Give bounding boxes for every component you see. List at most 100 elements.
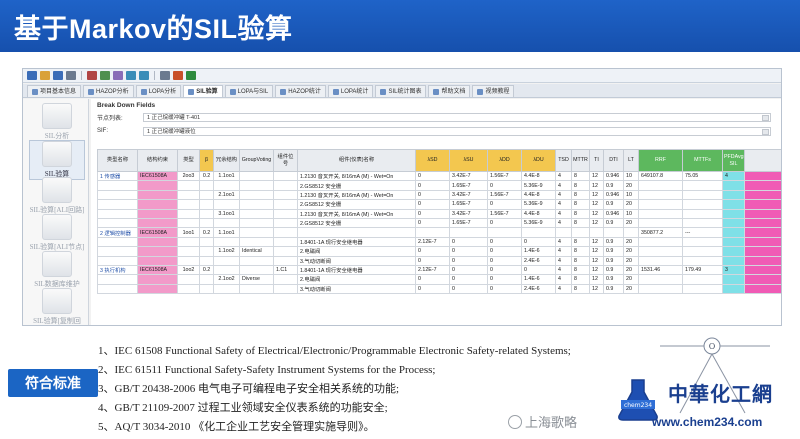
table-cell[interactable]: 4 bbox=[555, 283, 572, 295]
table-cell[interactable] bbox=[273, 255, 298, 266]
table-cell[interactable] bbox=[722, 189, 745, 201]
table-cell[interactable] bbox=[199, 236, 214, 248]
table-cell[interactable]: 20 bbox=[623, 283, 639, 295]
table-cell[interactable] bbox=[273, 189, 298, 201]
table-cell[interactable]: 0 bbox=[415, 208, 450, 219]
table-cell[interactable] bbox=[137, 283, 178, 295]
col-header[interactable]: TSD bbox=[555, 149, 572, 172]
table-cell[interactable]: 0 bbox=[487, 274, 522, 285]
table-cell[interactable] bbox=[199, 283, 214, 295]
table-cell[interactable]: 1.65E-7 bbox=[449, 180, 488, 191]
table-cell[interactable]: 8 bbox=[571, 236, 590, 248]
table-cell[interactable] bbox=[213, 264, 240, 276]
table-cell[interactable]: 12 bbox=[589, 264, 604, 276]
table-cell[interactable]: 0 bbox=[415, 283, 450, 295]
table-row[interactable]: 2.GS8512 安全栅 0 1.65E-7 0 5.36E-9 4 8 12 0.9 20 bbox=[97, 217, 781, 229]
table-cell[interactable] bbox=[589, 227, 604, 238]
table-cell[interactable] bbox=[744, 283, 781, 295]
table-cell[interactable]: 0 bbox=[415, 246, 450, 257]
table-cell[interactable]: 2.4E-6 bbox=[521, 283, 556, 295]
table-cell[interactable]: Diverse bbox=[239, 274, 274, 285]
table-cell[interactable] bbox=[239, 208, 274, 219]
table-cell[interactable]: 4.4E-8 bbox=[521, 208, 556, 219]
table-cell[interactable] bbox=[682, 189, 723, 201]
col-header[interactable]: 类型名称 bbox=[97, 149, 138, 172]
table-cell[interactable]: 0.2 bbox=[199, 264, 214, 276]
table-cell[interactable] bbox=[199, 180, 214, 191]
table-cell[interactable] bbox=[415, 227, 450, 238]
table-cell[interactable] bbox=[97, 189, 138, 201]
table-cell[interactable]: 0.9 bbox=[603, 264, 624, 276]
table-cell[interactable]: 12 bbox=[589, 236, 604, 248]
table-cell[interactable] bbox=[239, 170, 274, 182]
nav-item-1[interactable]: SIL验算 bbox=[29, 140, 85, 180]
table-cell[interactable] bbox=[638, 283, 683, 295]
table-cell[interactable] bbox=[177, 236, 200, 248]
table-cell[interactable] bbox=[97, 208, 138, 219]
col-header[interactable]: 组件(仪表)名称 bbox=[297, 149, 416, 172]
table-cell[interactable]: 0 bbox=[487, 199, 522, 210]
table-cell[interactable]: 1.8401-1A 现行安全继电器 bbox=[297, 236, 416, 248]
table-cell[interactable]: 0 bbox=[415, 255, 450, 266]
table-cell[interactable] bbox=[638, 274, 683, 285]
table-cell[interactable]: 3.42E-7 bbox=[449, 170, 488, 182]
table-cell[interactable]: 20 bbox=[623, 264, 639, 276]
node-list-select[interactable]: 1 正己烷缓冲罐 T-401 bbox=[143, 112, 771, 122]
nav-item-3[interactable]: SIL验算[ALI节点] bbox=[29, 214, 85, 252]
table-cell[interactable] bbox=[638, 180, 683, 191]
table-cell[interactable] bbox=[449, 227, 488, 238]
table-cell[interactable]: 2.电磁阀 bbox=[297, 274, 416, 285]
table-row[interactable]: 1 传感器 IEC61508A 2oo3 0.2 1.1oo1 1.2130 音叉开关, … bbox=[97, 170, 781, 182]
table-cell[interactable] bbox=[199, 217, 214, 229]
table-cell[interactable]: 12 bbox=[589, 283, 604, 295]
table-cell[interactable]: 649107.8 bbox=[638, 170, 683, 182]
table-cell[interactable]: 0 bbox=[487, 264, 522, 276]
table-cell[interactable] bbox=[137, 217, 178, 229]
table-cell[interactable] bbox=[297, 227, 416, 238]
table-row[interactable]: 3.气动切断阀 0 0 0 2.4E-6 4 8 12 0.9 20 bbox=[97, 255, 781, 266]
tab-5[interactable]: HAZOP统计 bbox=[275, 85, 326, 97]
table-cell[interactable] bbox=[137, 236, 178, 248]
table-cell[interactable]: 0 bbox=[487, 255, 522, 266]
table-cell[interactable] bbox=[239, 189, 274, 201]
table-cell[interactable]: 0.9 bbox=[603, 255, 624, 266]
table-cell[interactable] bbox=[177, 255, 200, 266]
table-cell[interactable]: 1 传感器 bbox=[97, 170, 138, 182]
table-cell[interactable]: 0.9 bbox=[603, 274, 624, 285]
table-cell[interactable]: 2 逻辑控制器 bbox=[97, 227, 138, 238]
table-cell[interactable] bbox=[638, 246, 683, 257]
table-cell[interactable] bbox=[137, 208, 178, 219]
table-cell[interactable] bbox=[137, 189, 178, 201]
table-cell[interactable] bbox=[722, 208, 745, 219]
table-cell[interactable] bbox=[722, 274, 745, 285]
copy-icon[interactable] bbox=[100, 71, 110, 80]
table-cell[interactable]: 4 bbox=[555, 274, 572, 285]
table-cell[interactable]: 3.气动切断阀 bbox=[297, 255, 416, 266]
table-cell[interactable]: 1531.46 bbox=[638, 264, 683, 276]
table-cell[interactable]: 12 bbox=[589, 274, 604, 285]
table-cell[interactable]: 8 bbox=[571, 189, 590, 201]
table-cell[interactable] bbox=[239, 264, 274, 276]
table-cell[interactable]: 0 bbox=[487, 283, 522, 295]
table-cell[interactable] bbox=[177, 217, 200, 229]
table-cell[interactable]: 0 bbox=[521, 264, 556, 276]
col-header[interactable] bbox=[744, 149, 781, 172]
table-cell[interactable] bbox=[199, 199, 214, 210]
col-header[interactable]: MTTR bbox=[571, 149, 590, 172]
table-cell[interactable]: 4 bbox=[555, 189, 572, 201]
table-cell[interactable]: 4.4E-8 bbox=[521, 189, 556, 201]
table-cell[interactable]: 0 bbox=[415, 199, 450, 210]
table-cell[interactable] bbox=[603, 227, 624, 238]
table-cell[interactable]: 2.GS8512 安全栅 bbox=[297, 199, 416, 210]
table-row[interactable]: 1.8401-1A 现行安全继电器 2.12E-7 0 0 0 4 8 12 0.9 20 bbox=[97, 236, 781, 248]
table-cell[interactable]: 2.电磁阀 bbox=[297, 246, 416, 257]
table-cell[interactable] bbox=[239, 255, 274, 266]
table-cell[interactable] bbox=[273, 208, 298, 219]
table-cell[interactable]: 0 bbox=[449, 283, 488, 295]
table-cell[interactable] bbox=[213, 236, 240, 248]
table-cell[interactable]: 3.1oo1 bbox=[213, 208, 240, 219]
table-row[interactable]: 2.GS8512 安全栅 0 1.65E-7 0 5.36E-9 4 8 12 0.9 20 bbox=[97, 180, 781, 191]
table-cell[interactable]: 3.42E-7 bbox=[449, 208, 488, 219]
table-cell[interactable]: 3.42E-7 bbox=[449, 189, 488, 201]
table-cell[interactable]: 20 bbox=[623, 246, 639, 257]
